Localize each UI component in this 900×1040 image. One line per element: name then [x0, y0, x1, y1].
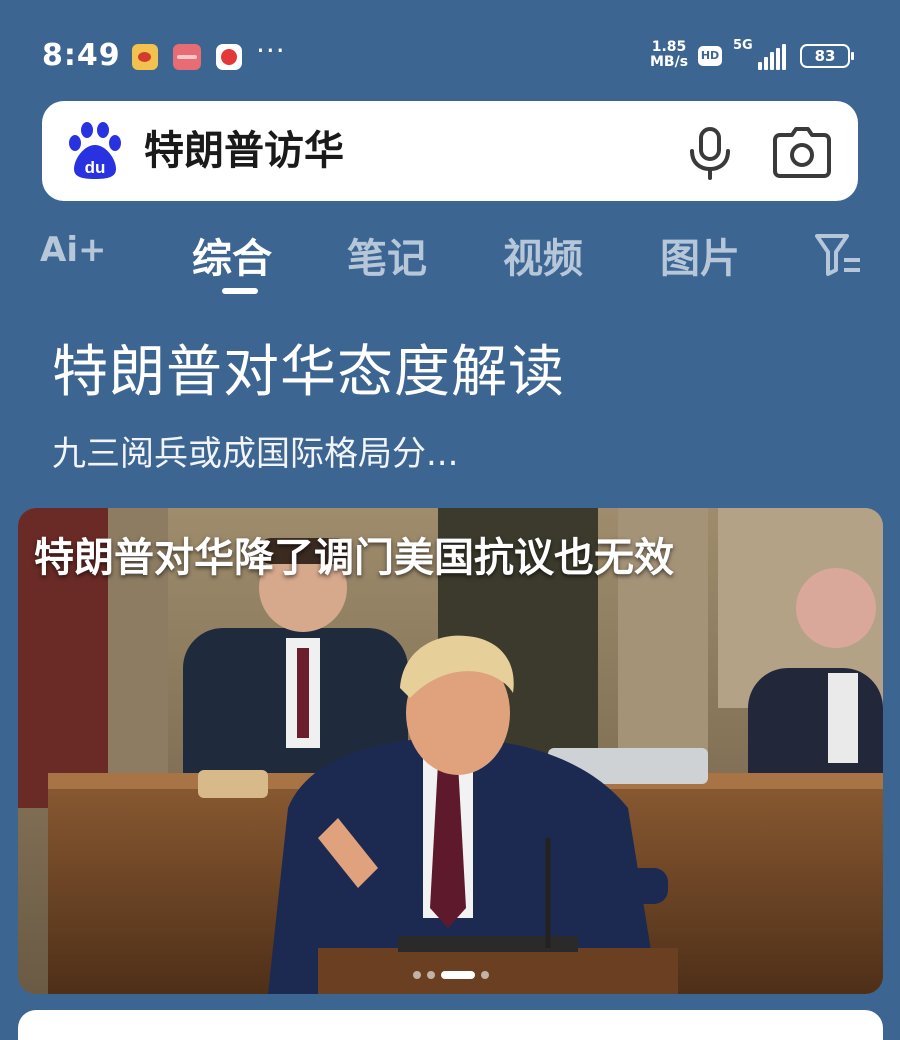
- news-image-card[interactable]: 特朗普对华降了调门美国抗议也无效: [18, 508, 883, 994]
- network-type: 5G: [733, 38, 753, 53]
- tab-comprehensive[interactable]: 综合: [192, 226, 272, 284]
- tab-videos[interactable]: 视频: [503, 226, 583, 284]
- signal-strength-icon: [758, 44, 788, 70]
- battery-icon: 83: [800, 44, 854, 68]
- network-speed-value: 1.85: [651, 39, 687, 55]
- baidu-logo-text: du: [85, 158, 106, 177]
- result-headline[interactable]: 特朗普对华态度解读: [52, 338, 565, 408]
- weibo-notification-icon: [132, 44, 158, 70]
- network-speed-unit: MB/s: [650, 54, 689, 70]
- carousel-dot[interactable]: [412, 970, 421, 979]
- camera-icon[interactable]: [772, 125, 832, 181]
- clock: 8:49: [42, 38, 121, 73]
- microphone-icon[interactable]: [682, 125, 738, 181]
- video-app-notification-icon: [216, 44, 242, 70]
- app-notification-icon: [173, 44, 201, 70]
- baidu-paw-icon[interactable]: du: [66, 121, 124, 181]
- more-notifications-icon: ···: [256, 34, 286, 67]
- search-tabs: Ai+ 综合 笔记 视频 图片: [0, 222, 900, 294]
- search-bar[interactable]: du 特朗普访华: [42, 101, 858, 201]
- carousel-dot[interactable]: [480, 970, 489, 979]
- network-speed: 1.85 MB/s: [650, 40, 688, 70]
- carousel-indicator: [18, 964, 883, 979]
- ai-search-tab[interactable]: Ai+: [40, 230, 106, 270]
- tab-notes[interactable]: 笔记: [347, 226, 427, 284]
- carousel-dot[interactable]: [426, 970, 435, 979]
- active-tab-indicator: [222, 288, 258, 294]
- hd-voice-badge: HD: [698, 46, 722, 66]
- filter-icon[interactable]: [814, 230, 862, 278]
- tab-images[interactable]: 图片: [660, 226, 740, 284]
- image-caption[interactable]: 特朗普对华降了调门美国抗议也无效: [34, 532, 674, 584]
- search-query[interactable]: 特朗普访华: [144, 123, 344, 179]
- result-subheadline[interactable]: 九三阅兵或成国际格局分...: [52, 430, 458, 478]
- carousel-dot-active[interactable]: [440, 970, 475, 979]
- next-result-card[interactable]: [18, 1010, 883, 1040]
- status-bar: 8:49 ··· 1.85 MB/s HD 5G 83: [0, 0, 900, 100]
